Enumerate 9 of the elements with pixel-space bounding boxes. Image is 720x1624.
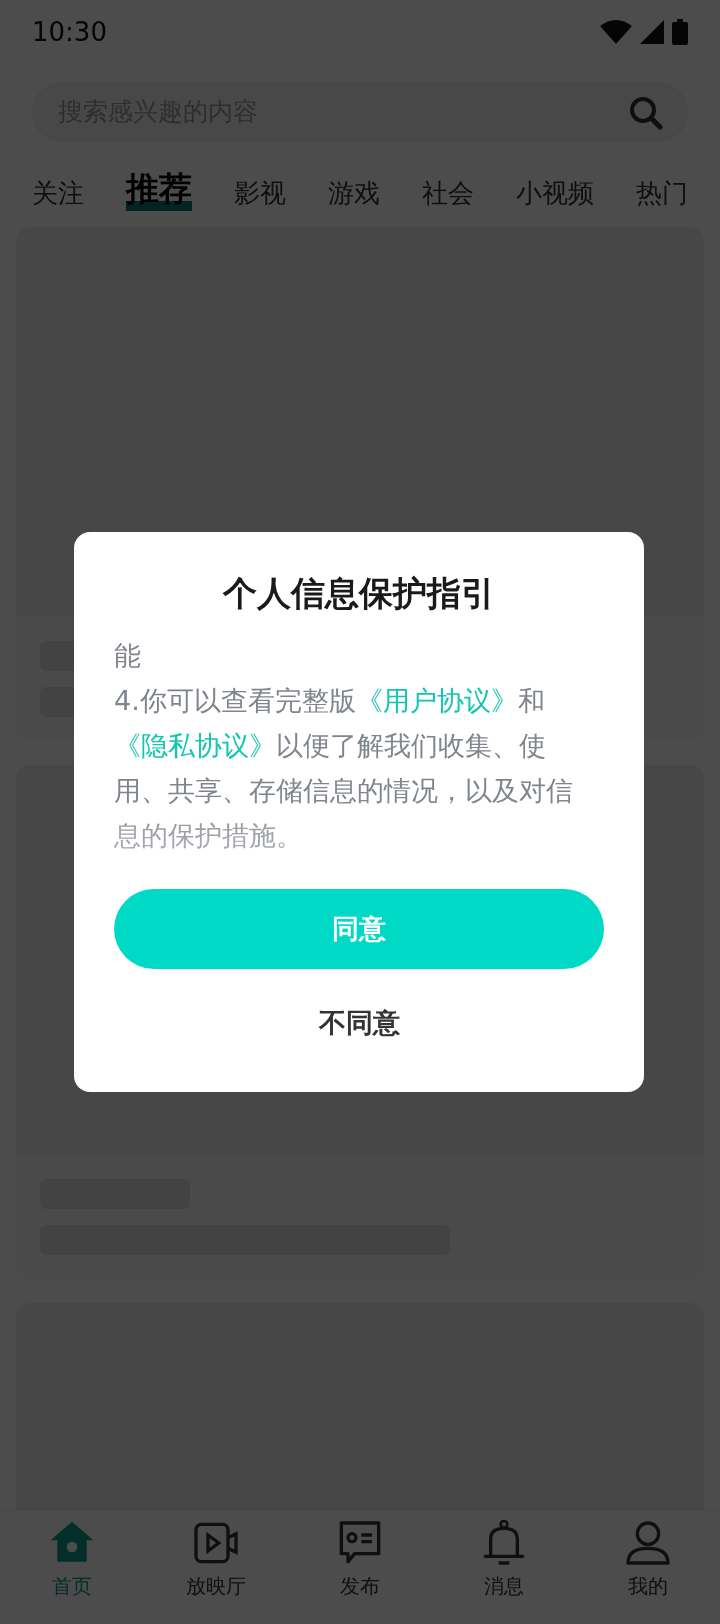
agreement-link[interactable]: 《用户协议》 xyxy=(355,685,518,716)
agree-button[interactable]: 同意 xyxy=(114,889,604,969)
agreement-link[interactable]: 《隐私协议》 xyxy=(114,730,276,761)
dialog-title: 个人信息保护指引 xyxy=(221,572,496,615)
status-time: 10:30 xyxy=(32,15,107,49)
disagree-button[interactable]: 不同意 xyxy=(298,991,420,1056)
dialog-paragraph: 4.你可以查看完整版《用户协议》和 《隐私协议》以便了解我们收集、使用、共享、存储信息的情况，以及对信息的保护措施。 xyxy=(114,684,574,853)
category-tab[interactable]: 热门 xyxy=(636,177,688,211)
dialog-paragraph: 能 xyxy=(114,639,142,673)
